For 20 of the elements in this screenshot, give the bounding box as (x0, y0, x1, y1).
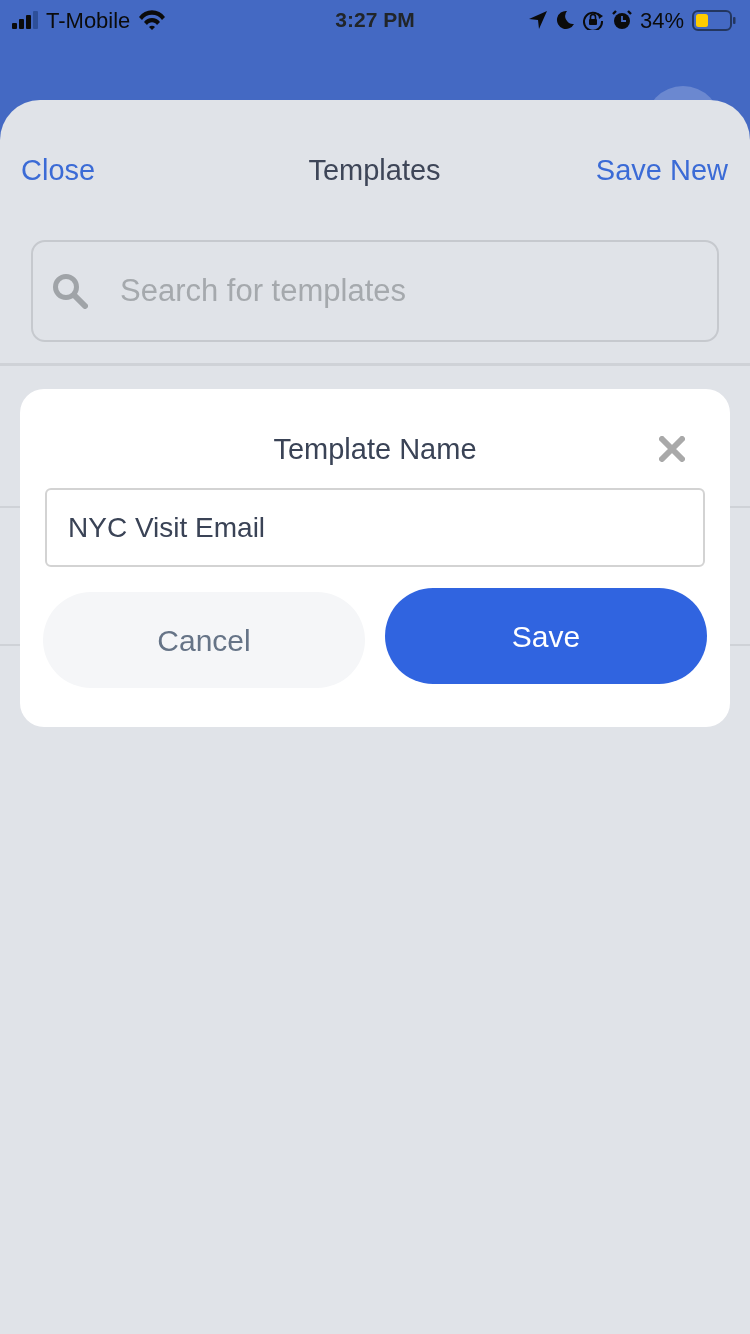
location-arrow-icon (528, 11, 547, 29)
battery-percent: 34% (639, 6, 684, 35)
carrier-name: T-Mobile (46, 6, 131, 35)
name-field[interactable]: NYC Visit Email (45, 488, 705, 567)
dialog-title: Template Name (273, 432, 477, 467)
save-new-link[interactable]: Save New (595, 150, 728, 190)
signal-icon (12, 11, 38, 29)
wifi-icon (138, 10, 167, 30)
clock-time: 3:27 PM (335, 8, 415, 32)
close-icon[interactable] (659, 436, 685, 462)
alarm-clock-icon (611, 10, 632, 30)
sheet-title: Templates (308, 153, 441, 188)
moon-icon (554, 10, 575, 30)
search-field[interactable]: Search for templates (31, 240, 719, 342)
battery-icon (692, 9, 736, 31)
close-link[interactable]: Close (21, 150, 96, 190)
search-icon (52, 273, 88, 309)
cancel-button[interactable]: Cancel (43, 592, 365, 688)
rotation-lock-icon (582, 10, 604, 30)
save-button[interactable]: Save (385, 588, 707, 684)
